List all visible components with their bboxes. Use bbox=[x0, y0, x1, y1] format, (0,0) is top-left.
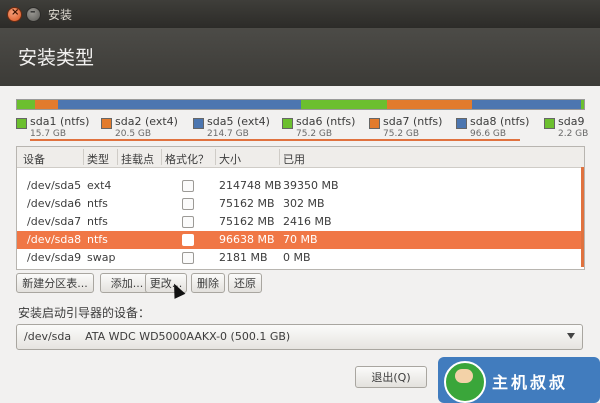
page-title: 安装类型 bbox=[18, 47, 95, 69]
table-scrollbar[interactable] bbox=[581, 167, 584, 267]
column-header-device[interactable]: 设备 bbox=[23, 151, 45, 167]
page-header: 安装类型 bbox=[0, 28, 600, 86]
cell-device: /dev/sda8 bbox=[27, 233, 82, 246]
cell-type: swap bbox=[87, 251, 116, 264]
bootloader-device-select[interactable]: /dev/sda ATA WDC WD5000AAKX-0 (500.1 GB) bbox=[16, 324, 583, 350]
format-checkbox[interactable] bbox=[182, 234, 194, 246]
column-header-type[interactable]: 类型 bbox=[87, 151, 109, 167]
cell-device: /dev/sda5 bbox=[27, 179, 82, 192]
close-icon: × bbox=[11, 7, 20, 18]
legend-size: 15.7 GB bbox=[30, 129, 67, 139]
format-checkbox[interactable] bbox=[182, 252, 194, 264]
cell-type: ntfs bbox=[87, 215, 108, 228]
legend-swatch bbox=[282, 118, 293, 129]
table-row-selected[interactable]: /dev/sda8 ntfs 96638 MB 70 MB bbox=[17, 231, 582, 249]
legend-name: sda1 (ntfs) bbox=[30, 115, 90, 128]
legend-name: sda8 (ntfs) bbox=[470, 115, 530, 128]
column-separator bbox=[161, 149, 162, 165]
window-title: 安装 bbox=[48, 8, 73, 22]
column-header-format[interactable]: 格式化？ bbox=[165, 151, 209, 167]
column-separator bbox=[215, 149, 216, 165]
column-separator bbox=[117, 149, 118, 165]
legend-swatch bbox=[193, 118, 204, 129]
column-header-used[interactable]: 已用 bbox=[283, 151, 305, 167]
cell-used: 70 MB bbox=[283, 233, 318, 246]
quit-button[interactable]: 退出(Q) bbox=[355, 366, 427, 388]
cell-type: ntfs bbox=[87, 197, 108, 210]
partition-segment bbox=[386, 100, 472, 109]
partition-segment bbox=[58, 100, 302, 109]
minimize-icon: – bbox=[30, 5, 36, 18]
bootloader-device-value: /dev/sda ATA WDC WD5000AAKX-0 (500.1 GB) bbox=[24, 330, 291, 343]
legend-size: 20.5 GB bbox=[115, 129, 152, 139]
partition-segment bbox=[17, 100, 35, 109]
format-checkbox[interactable] bbox=[182, 216, 194, 228]
legend-name: sda9 bbox=[558, 115, 585, 128]
window-titlebar: × – 安装 bbox=[0, 0, 600, 28]
legend-size: 96.6 GB bbox=[470, 129, 507, 139]
watermark-logo: 主机叔叔 bbox=[438, 357, 600, 403]
mascot-icon bbox=[444, 361, 486, 403]
dropdown-arrow-icon bbox=[567, 333, 575, 339]
legend-size: 2.2 GB bbox=[558, 129, 589, 139]
legend-swatch bbox=[544, 118, 555, 129]
legend-swatch bbox=[101, 118, 112, 129]
legend-name: sda7 (ntfs) bbox=[383, 115, 443, 128]
minimize-window-button[interactable]: – bbox=[26, 5, 41, 22]
column-separator bbox=[83, 149, 84, 165]
cell-used: 0 MB bbox=[283, 251, 311, 264]
legend-size: 214.7 GB bbox=[207, 129, 249, 139]
cell-size: 96638 MB bbox=[219, 233, 275, 246]
legend-size: 75.2 GB bbox=[296, 129, 333, 139]
table-row[interactable]: /dev/sda6 ntfs 75162 MB 302 MB bbox=[17, 195, 582, 213]
legend-name: sda2 (ext4) bbox=[115, 115, 178, 128]
new-partition-table-button[interactable]: 新建分区表... bbox=[16, 273, 94, 293]
close-window-button[interactable]: × bbox=[7, 7, 22, 22]
table-row[interactable]: /dev/sda9 swap 2181 MB 0 MB bbox=[17, 249, 582, 267]
legend-underline bbox=[30, 139, 520, 141]
table-row[interactable]: /dev/sda7 ntfs 75162 MB 2416 MB bbox=[17, 213, 582, 231]
cell-size: 214748 MB bbox=[219, 179, 282, 192]
watermark-text: 主机叔叔 bbox=[492, 373, 569, 392]
legend-swatch bbox=[16, 118, 27, 129]
table-header: 设备 类型 挂载点 格式化？ 大小 已用 bbox=[17, 147, 584, 168]
legend-name: sda5 (ext4) bbox=[207, 115, 270, 128]
cell-size: 75162 MB bbox=[219, 215, 275, 228]
legend-swatch bbox=[456, 118, 467, 129]
revert-button[interactable]: 还原 bbox=[228, 273, 262, 293]
format-checkbox[interactable] bbox=[182, 180, 194, 192]
cell-used: 39350 MB bbox=[283, 179, 339, 192]
cell-device: /dev/sda6 bbox=[27, 197, 82, 210]
table-row[interactable]: /dev/sda5 ext4 214748 MB 39350 MB bbox=[17, 177, 582, 195]
partition-segment bbox=[34, 100, 59, 109]
cell-used: 2416 MB bbox=[283, 215, 332, 228]
partition-segment bbox=[471, 100, 582, 109]
legend-swatch bbox=[369, 118, 380, 129]
partition-usage-bar bbox=[16, 99, 585, 110]
cell-type: ext4 bbox=[87, 179, 112, 192]
cell-used: 302 MB bbox=[283, 197, 325, 210]
partition-segment bbox=[581, 100, 584, 109]
cell-size: 2181 MB bbox=[219, 251, 268, 264]
cell-device: /dev/sda7 bbox=[27, 215, 82, 228]
delete-partition-button[interactable]: 删除 bbox=[191, 273, 225, 293]
legend-size: 75.2 GB bbox=[383, 129, 420, 139]
column-header-size[interactable]: 大小 bbox=[219, 151, 241, 167]
format-checkbox[interactable] bbox=[182, 198, 194, 210]
partition-table[interactable]: 设备 类型 挂载点 格式化？ 大小 已用 /dev/sda5 ext4 2147… bbox=[16, 146, 585, 270]
partition-segment bbox=[301, 100, 387, 109]
cell-size: 75162 MB bbox=[219, 197, 275, 210]
cell-type: ntfs bbox=[87, 233, 108, 246]
column-header-mount[interactable]: 挂载点 bbox=[121, 151, 154, 167]
bootloader-device-label: 安装启动引导器的设备： bbox=[18, 306, 151, 320]
cell-device: /dev/sda9 bbox=[27, 251, 82, 264]
legend-name: sda6 (ntfs) bbox=[296, 115, 356, 128]
column-separator bbox=[279, 149, 280, 165]
